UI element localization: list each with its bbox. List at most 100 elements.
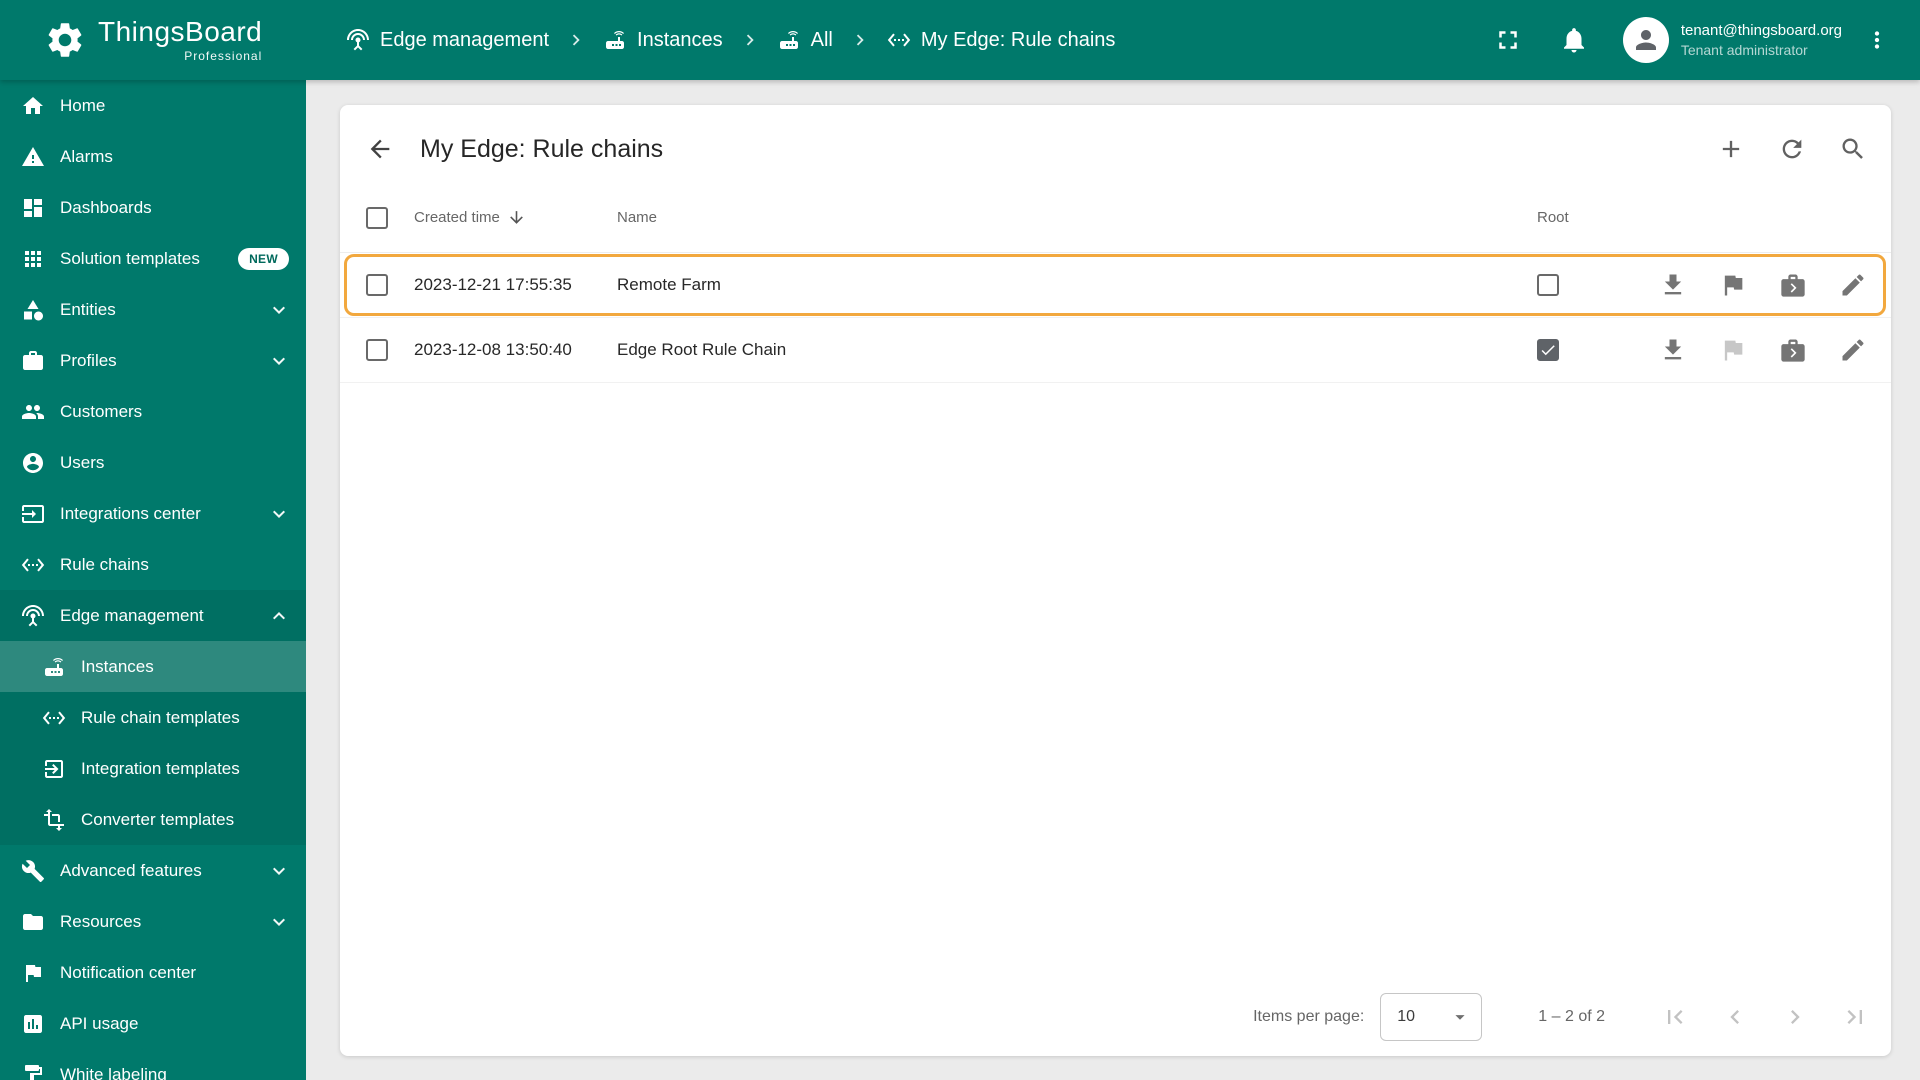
created-time-header-label: Created time bbox=[414, 209, 500, 226]
sidebar-item-rule-chains[interactable]: Rule chains bbox=[0, 539, 306, 590]
breadcrumb-label: Instances bbox=[637, 28, 723, 51]
sidebar-item-label: Converter templates bbox=[81, 809, 235, 829]
breadcrumb-current-rule-chains[interactable]: My Edge: Rule chains bbox=[887, 28, 1116, 52]
pager-controls bbox=[1661, 1003, 1869, 1031]
unassign-from-edge-briefcase-icon[interactable] bbox=[1779, 336, 1807, 364]
created-time-cell: 2023-12-08 13:50:40 bbox=[414, 340, 572, 359]
select-all-checkbox[interactable] bbox=[366, 206, 388, 229]
row-select-checkbox[interactable] bbox=[366, 274, 388, 296]
items-per-page-value: 10 bbox=[1397, 1008, 1416, 1025]
new-badge: NEW bbox=[238, 247, 289, 270]
sidebar-item-alarms[interactable]: Alarms bbox=[0, 131, 306, 182]
sidebar-item-users[interactable]: Users bbox=[0, 437, 306, 488]
breadcrumb-instances[interactable]: Instances bbox=[603, 28, 723, 52]
rule-chain-icon bbox=[887, 28, 911, 52]
card-header: My Edge: Rule chains bbox=[340, 105, 1891, 183]
sidebar-item-label: Rule chains bbox=[60, 554, 149, 574]
created-time-header-cell: Created time bbox=[414, 208, 617, 227]
sidebar-item-rule-chain-templates[interactable]: Rule chain templates bbox=[0, 692, 306, 743]
breadcrumb-label: My Edge: Rule chains bbox=[920, 28, 1116, 51]
antenna-icon bbox=[21, 604, 45, 628]
bar-chart-icon bbox=[21, 1012, 45, 1036]
people-icon bbox=[21, 400, 45, 424]
sidebar-item-api-usage[interactable]: API usage bbox=[0, 998, 306, 1049]
sidebar-item-advanced-features[interactable]: Advanced features bbox=[0, 845, 306, 896]
logo-subtitle: Professional bbox=[184, 48, 263, 63]
set-root-flag-icon[interactable] bbox=[1719, 271, 1747, 299]
first-page-icon[interactable] bbox=[1661, 1003, 1689, 1031]
paint-icon bbox=[21, 1063, 45, 1080]
chevron-down-icon bbox=[267, 298, 291, 322]
add-icon[interactable] bbox=[1717, 135, 1745, 163]
refresh-icon[interactable] bbox=[1778, 135, 1806, 163]
table-header-row: Created time Name Root bbox=[340, 183, 1891, 253]
sidebar-item-notification-center[interactable]: Notification center bbox=[0, 947, 306, 998]
sidebar-item-label: Solution templates bbox=[60, 248, 200, 268]
download-export-icon[interactable] bbox=[1659, 336, 1687, 364]
back-arrow-icon[interactable] bbox=[366, 135, 394, 163]
edge-management-group: Edge management Instances Rule chain tem… bbox=[0, 590, 306, 845]
sidebar-item-label: Customers bbox=[60, 401, 143, 421]
sidebar-item-integrations-center[interactable]: Integrations center bbox=[0, 488, 306, 539]
breadcrumb-edge-management[interactable]: Edge management bbox=[346, 28, 549, 52]
unassign-from-edge-briefcase-icon[interactable] bbox=[1779, 271, 1807, 299]
briefcase-icon bbox=[21, 349, 45, 373]
select-all-cell bbox=[340, 206, 414, 229]
breadcrumb-all[interactable]: All bbox=[777, 28, 833, 52]
root-checkbox[interactable] bbox=[1537, 339, 1559, 361]
sidebar-item-label: Dashboards bbox=[60, 197, 152, 217]
items-per-page-select[interactable]: 10 bbox=[1380, 993, 1483, 1041]
user-email: tenant@thingsboard.org bbox=[1680, 22, 1842, 40]
download-export-icon[interactable] bbox=[1659, 271, 1687, 299]
root-checkbox[interactable] bbox=[1537, 274, 1559, 296]
search-icon[interactable] bbox=[1839, 135, 1867, 163]
sidebar-item-integration-templates[interactable]: Integration templates bbox=[0, 743, 306, 794]
chevron-down-icon bbox=[267, 910, 291, 934]
sidebar-item-solution-templates[interactable]: Solution templates NEW bbox=[0, 233, 306, 284]
sidebar-item-instances[interactable]: Instances bbox=[0, 641, 306, 692]
category-icon bbox=[21, 298, 45, 322]
previous-page-icon[interactable] bbox=[1721, 1003, 1749, 1031]
fullscreen-icon[interactable] bbox=[1493, 25, 1523, 55]
sidebar: Home Alarms Dashboards Solution template… bbox=[0, 80, 306, 1080]
edit-pencil-icon[interactable] bbox=[1839, 271, 1867, 299]
sidebar-item-converter-templates[interactable]: Converter templates bbox=[0, 794, 306, 845]
rule-chain-icon bbox=[21, 553, 45, 577]
chevron-up-icon bbox=[267, 604, 291, 628]
sidebar-item-dashboards[interactable]: Dashboards bbox=[0, 182, 306, 233]
root-cell bbox=[1537, 339, 1621, 361]
sidebar-item-profiles[interactable]: Profiles bbox=[0, 335, 306, 386]
thingsboard-gear-logo-icon bbox=[44, 19, 86, 61]
rule-chains-card: My Edge: Rule chains Created time Name R… bbox=[340, 105, 1891, 1056]
sidebar-item-label: Integration templates bbox=[81, 758, 240, 778]
user-avatar[interactable] bbox=[1622, 17, 1669, 63]
edit-pencil-icon[interactable] bbox=[1839, 336, 1867, 364]
sidebar-item-label: Profiles bbox=[60, 350, 117, 370]
sidebar-item-white-labeling[interactable]: White labeling bbox=[0, 1049, 306, 1080]
sidebar-item-label: Advanced features bbox=[60, 860, 202, 880]
page-range: 1 – 2 of 2 bbox=[1538, 1008, 1605, 1025]
breadcrumb-label: Edge management bbox=[380, 28, 550, 51]
chevron-right-icon bbox=[739, 29, 761, 51]
next-page-icon[interactable] bbox=[1781, 1003, 1809, 1031]
last-page-icon[interactable] bbox=[1841, 1003, 1869, 1031]
sidebar-item-label: Home bbox=[60, 95, 106, 115]
sidebar-item-entities[interactable]: Entities bbox=[0, 284, 306, 335]
apps-grid-icon bbox=[21, 247, 45, 271]
sidebar-item-home[interactable]: Home bbox=[0, 80, 306, 131]
router-icon bbox=[42, 655, 66, 679]
sort-descending-arrow-icon bbox=[507, 208, 526, 227]
created-time-sort[interactable]: Created time bbox=[414, 208, 617, 227]
sidebar-item-edge-management[interactable]: Edge management bbox=[0, 590, 306, 641]
sidebar-item-resources[interactable]: Resources bbox=[0, 896, 306, 947]
table-row-edge-root-rule-chain[interactable]: 2023-12-08 13:50:40 Edge Root Rule Chain bbox=[340, 318, 1891, 383]
name-header-cell[interactable]: Name bbox=[617, 209, 1537, 226]
more-vert-icon[interactable] bbox=[1864, 27, 1890, 53]
table-row-remote-farm[interactable]: 2023-12-21 17:55:35 Remote Farm bbox=[340, 253, 1891, 318]
header-actions bbox=[1717, 135, 1867, 163]
sidebar-item-customers[interactable]: Customers bbox=[0, 386, 306, 437]
notifications-bell-icon[interactable] bbox=[1559, 25, 1589, 55]
row-select-checkbox[interactable] bbox=[366, 339, 388, 361]
app-logo[interactable]: ThingsBoard Professional bbox=[0, 17, 306, 63]
home-icon bbox=[21, 94, 45, 118]
